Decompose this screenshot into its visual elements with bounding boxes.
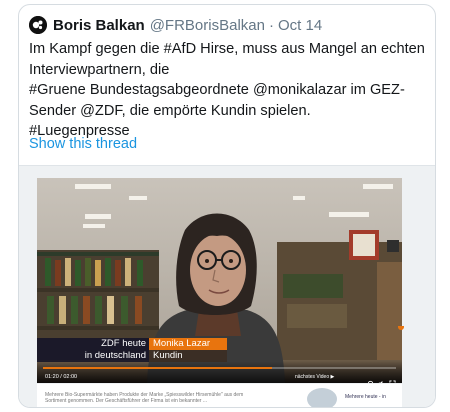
channel-line-1: ZDF heute [37, 338, 149, 350]
video-caption: Mehrere Bio-Supermärkte haben Produkte d… [45, 392, 244, 404]
tweet-text: Im Kampf gegen die #AfD Hirse, muss aus … [29, 41, 425, 139]
person-name: Monika Lazar [149, 338, 227, 350]
separator-dot: · [268, 16, 274, 34]
time-display: 01:20 / 02:00 [45, 374, 78, 380]
show-thread-link[interactable]: Show this thread [29, 136, 137, 152]
related-title[interactable]: Mehrere heute - in [345, 394, 386, 400]
progress-fill [43, 367, 273, 369]
author-handle[interactable]: @FRBorisBalkan [150, 17, 265, 34]
author-name[interactable]: Boris Balkan [53, 17, 145, 34]
volume-icon[interactable] [378, 374, 385, 383]
avatar[interactable] [29, 16, 47, 34]
media-container: ZDF heute in deutschland Monika Lazar Ku… [19, 165, 435, 407]
tweet-date[interactable]: Oct 14 [278, 17, 322, 34]
progress-bar[interactable] [43, 367, 396, 369]
tweet-header: Boris Balkan @FRBorisBalkan · Oct 14 [29, 14, 425, 36]
tweet-card[interactable]: Boris Balkan @FRBorisBalkan · Oct 14 Im … [18, 4, 436, 408]
video-below-strip: Mehrere Bio-Supermärkte haben Produkte d… [37, 384, 402, 407]
video-player[interactable]: ZDF heute in deutschland Monika Lazar Ku… [37, 178, 402, 383]
settings-icon[interactable] [367, 374, 374, 383]
zdf-accent [398, 326, 404, 330]
related-thumbnail[interactable] [307, 388, 337, 407]
fullscreen-icon[interactable] [389, 374, 396, 383]
video-controls: 01:20 / 02:00 nächstes Video ▶ [37, 361, 402, 383]
control-icons [367, 374, 396, 383]
next-video-link[interactable]: nächstes Video ▶ [295, 374, 334, 380]
